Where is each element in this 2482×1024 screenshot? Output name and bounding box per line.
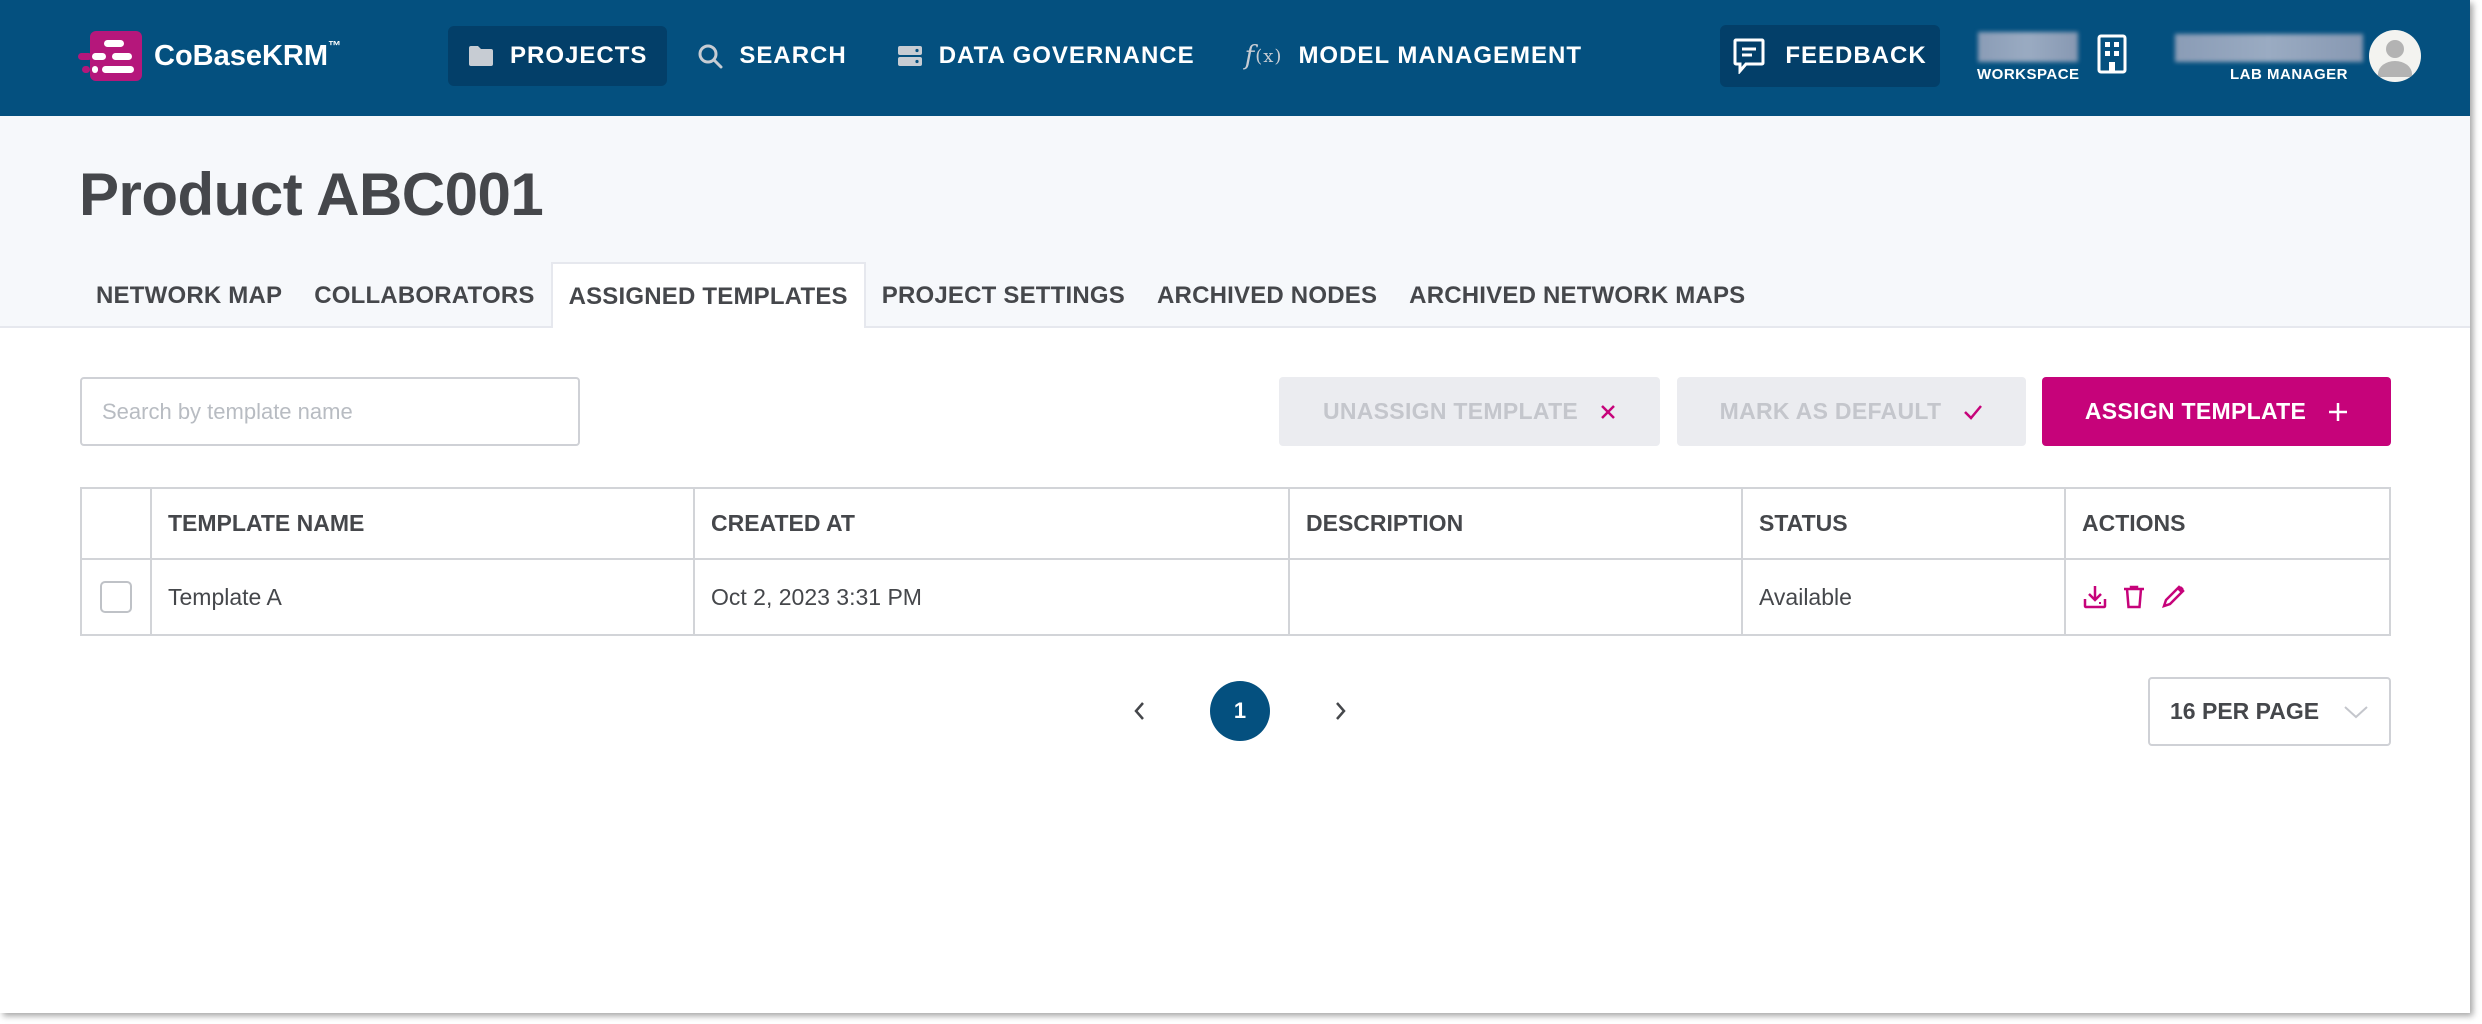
user-avatar[interactable]: [2369, 30, 2421, 82]
unassign-template-button[interactable]: UNASSIGN TEMPLATE: [1279, 377, 1660, 446]
tab-archived-nodes[interactable]: ARCHIVED NODES: [1141, 264, 1393, 328]
assign-template-button[interactable]: ASSIGN TEMPLATE: [2042, 377, 2391, 446]
column-header-created-at[interactable]: CREATED AT: [693, 487, 1290, 560]
nav-model-management-label: MODEL MANAGEMENT: [1298, 42, 1582, 69]
function-icon: f (x): [1244, 41, 1283, 71]
tab-collaborators[interactable]: COLLABORATORS: [298, 264, 550, 328]
column-header-status[interactable]: STATUS: [1741, 487, 2066, 560]
trash-icon[interactable]: [2122, 584, 2146, 610]
pencil-icon[interactable]: [2160, 584, 2186, 610]
feedback-button[interactable]: FEEDBACK: [1720, 25, 1940, 87]
building-icon[interactable]: [2097, 34, 2127, 79]
page-header: Product ABC001 NETWORK MAP COLLABORATORS…: [0, 116, 2470, 328]
close-icon: [1600, 404, 1616, 420]
top-navigation-bar: CoBaseKRM™ PROJECTS SEARCH DATA GOVERNAN…: [0, 0, 2470, 116]
description-cell: [1288, 558, 1743, 636]
nav-data-governance-label: DATA GOVERNANCE: [938, 42, 1195, 69]
assign-template-label: ASSIGN TEMPLATE: [2084, 398, 2307, 424]
main-nav: PROJECTS SEARCH DATA GOVERNANCE f (x) MOD…: [448, 26, 1602, 86]
next-page-button[interactable]: [1320, 691, 1360, 731]
nav-projects[interactable]: PROJECTS: [448, 26, 668, 86]
app-window: CoBaseKRM™ PROJECTS SEARCH DATA GOVERNAN…: [0, 0, 2470, 1013]
user-role-caption: LAB MANAGER: [2230, 66, 2348, 83]
created-at-cell: Oct 2, 2023 3:31 PM: [693, 558, 1290, 636]
per-page-select[interactable]: 16 PER PAGE: [2148, 677, 2391, 746]
user-icon: [2378, 40, 2412, 77]
column-header-template-name[interactable]: TEMPLATE NAME: [150, 487, 695, 560]
page-title: Product ABC001: [79, 161, 544, 228]
tab-archived-network-maps[interactable]: ARCHIVED NETWORK MAPS: [1393, 264, 1761, 328]
workspace-name-redacted: [1978, 32, 2078, 62]
templates-table: TEMPLATE NAME CREATED AT DESCRIPTION STA…: [80, 487, 2391, 636]
checkmark-icon: [1963, 404, 1983, 420]
page-1-button[interactable]: 1: [1210, 681, 1270, 741]
app-name: CoBaseKRM™: [154, 37, 342, 72]
feedback-label: FEEDBACK: [1785, 42, 1927, 69]
database-icon: [897, 44, 923, 68]
nav-model-management[interactable]: f (x) MODEL MANAGEMENT: [1225, 26, 1602, 86]
logo-mark-icon: [78, 29, 144, 83]
nav-projects-label: PROJECTS: [510, 42, 648, 69]
feedback-icon: [1733, 38, 1765, 74]
plus-icon: [2328, 402, 2348, 422]
nav-search-label: SEARCH: [739, 42, 847, 69]
chevron-left-icon: [1134, 702, 1144, 720]
tab-project-settings[interactable]: PROJECT SETTINGS: [866, 264, 1141, 328]
workspace-caption: WORKSPACE: [1977, 66, 2080, 83]
download-icon[interactable]: [2082, 584, 2108, 610]
search-icon: [697, 43, 723, 69]
user-name-redacted: [2175, 34, 2363, 62]
chevron-right-icon: [1336, 702, 1346, 720]
chevron-down-icon: [2344, 705, 2368, 718]
column-header-description[interactable]: DESCRIPTION: [1288, 487, 1743, 560]
tab-network-map[interactable]: NETWORK MAP: [80, 264, 298, 328]
app-logo[interactable]: CoBaseKRM™: [78, 28, 341, 84]
pagination: 1: [1120, 681, 1360, 741]
template-name-cell: Template A: [150, 558, 695, 636]
select-column-header: [80, 487, 152, 560]
table-header-row: TEMPLATE NAME CREATED AT DESCRIPTION STA…: [80, 487, 2391, 560]
template-search-input[interactable]: [80, 377, 580, 446]
mark-as-default-label: MARK AS DEFAULT: [1719, 398, 1942, 424]
nav-search[interactable]: SEARCH: [677, 26, 866, 86]
previous-page-button[interactable]: [1120, 691, 1160, 731]
row-select-cell: [80, 558, 152, 636]
folder-icon: [468, 45, 494, 67]
per-page-value: 16 PER PAGE: [2170, 698, 2320, 724]
table-row: Template A Oct 2, 2023 3:31 PM Available: [80, 558, 2391, 636]
mark-as-default-button[interactable]: MARK AS DEFAULT: [1677, 377, 2026, 446]
tab-assigned-templates[interactable]: ASSIGNED TEMPLATES: [550, 262, 866, 328]
unassign-template-label: UNASSIGN TEMPLATE: [1322, 398, 1579, 424]
row-checkbox[interactable]: [100, 581, 132, 613]
status-cell: Available: [1741, 558, 2066, 636]
actions-cell: [2064, 558, 2391, 636]
column-header-actions: ACTIONS: [2064, 487, 2391, 560]
nav-data-governance[interactable]: DATA GOVERNANCE: [877, 26, 1215, 86]
project-tabs: NETWORK MAP COLLABORATORS ASSIGNED TEMPL…: [80, 262, 1761, 328]
